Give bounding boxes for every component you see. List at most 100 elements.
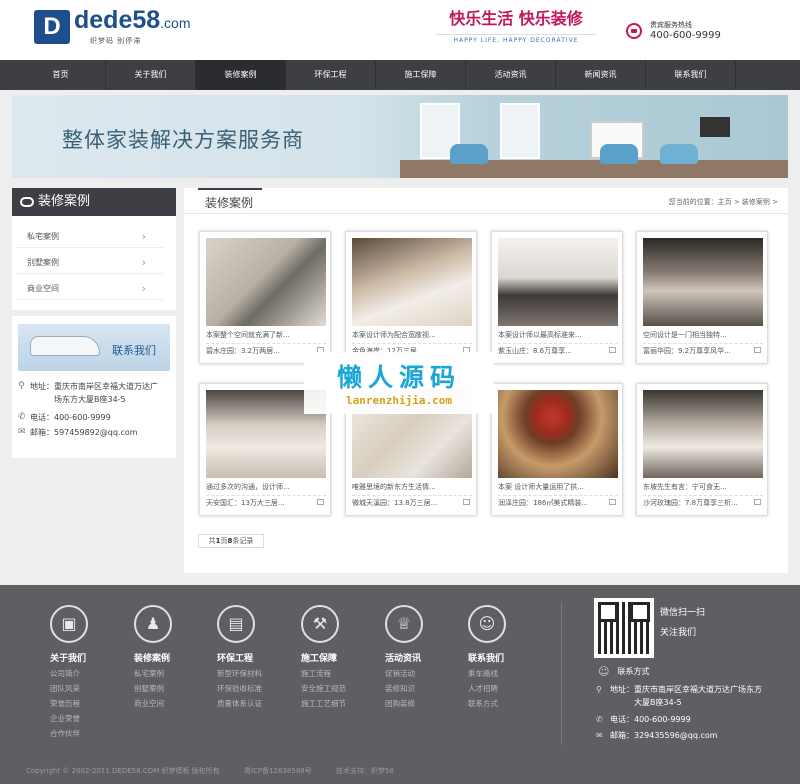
address-label: 地址： <box>30 382 54 391</box>
footer-col-title[interactable]: 环保工程 <box>217 651 287 664</box>
footer-link[interactable]: 商业空间 <box>134 696 204 711</box>
hotline: 贵宾服务热线 400-600-9999 <box>626 20 721 41</box>
footer-link[interactable]: 联系方式 <box>468 696 538 711</box>
contact-banner[interactable]: 联系我们 <box>18 324 170 371</box>
footer-link[interactable]: 人才招聘 <box>468 681 538 696</box>
nav-contact[interactable]: 联系我们 <box>646 60 736 90</box>
hotline-label: 贵宾服务热线 <box>650 21 692 29</box>
footer-divider <box>561 603 562 745</box>
case-photo[interactable] <box>498 238 618 326</box>
nav-cases[interactable]: 装修案例 <box>196 60 286 90</box>
case-photo[interactable] <box>206 238 326 326</box>
watermark-cn: 懒人源码 <box>336 363 461 392</box>
email-value: 329435596@qq.com <box>634 731 718 740</box>
pager-mid: 页 <box>220 537 228 545</box>
nav-construction[interactable]: 施工保障 <box>376 60 466 90</box>
footer-link[interactable]: 团购装修 <box>385 696 455 711</box>
footer-link[interactable]: 安全施工规范 <box>301 681 371 696</box>
footer-link[interactable]: 新型环保材料 <box>217 666 287 681</box>
footer-link[interactable]: 企业荣誉 <box>50 711 120 726</box>
case-caption[interactable]: 本案设计师以最高标准来... <box>498 330 618 344</box>
nav-about[interactable]: 关于我们 <box>106 60 196 90</box>
mail-icon: ✉ <box>596 731 603 740</box>
contact-email: ✉ 邮箱： 597459892@qq.com <box>18 426 138 439</box>
case-photo[interactable] <box>643 390 763 478</box>
main-nav: 首页 关于我们 装修案例 环保工程 施工保障 活动资讯 新闻资讯 联系我们 <box>0 60 800 90</box>
stamp-icon: ♟ <box>134 605 172 643</box>
footer-col-title[interactable]: 活动资讯 <box>385 651 455 664</box>
phone-value: 400-600-9999 <box>634 715 691 724</box>
hero-banner: 整体家装解决方案服务商 <box>12 95 788 178</box>
icp-number[interactable]: 粤ICP备12638588号 <box>244 767 312 775</box>
footer-link[interactable]: 公司简介 <box>50 666 120 681</box>
case-caption[interactable]: 空间设计是一门相当独特... <box>643 330 763 344</box>
qr-caption: 微信扫一扫 关注我们 <box>660 603 705 643</box>
case-card[interactable]: 本案整个空间就充满了新... 碧水庄园：3.2万两居... <box>199 231 331 364</box>
tech-support[interactable]: 技术支持：织梦58 <box>336 767 394 775</box>
address-value: 重庆市南岸区幸福大道万达广场东方大厦B座34-5 <box>634 683 762 709</box>
case-caption[interactable]: 本案整个空间就充满了新... <box>206 330 326 344</box>
nav-eco[interactable]: 环保工程 <box>286 60 376 90</box>
case-caption[interactable]: 本案设计师为配合宽敞视... <box>352 330 472 344</box>
chevron-right-icon: › <box>141 256 146 269</box>
case-caption[interactable]: 本案 设计师大量运用了拱... <box>498 482 618 496</box>
case-card[interactable]: 东坡先生有言：宁可食无... 沙河玫瑰园：7.8万尊享三析... <box>636 383 768 516</box>
nav-news[interactable]: 新闻资讯 <box>556 60 646 90</box>
footer-col-title[interactable]: 关于我们 <box>50 651 120 664</box>
case-card[interactable]: 本案 设计师大量运用了拱... 润泽庄园：186㎡美式精装... <box>491 383 623 516</box>
footer-link[interactable]: 荣誉历程 <box>50 696 120 711</box>
email-value: 597459892@qq.com <box>54 428 138 437</box>
footer-link[interactable]: 促销活动 <box>385 666 455 681</box>
case-caption[interactable]: 东坡先生有言：宁可食无... <box>643 482 763 496</box>
footer-col-title[interactable]: 装修案例 <box>134 651 204 664</box>
sidebar-item-commercial[interactable]: 商业空间 › <box>16 278 164 300</box>
footer-link[interactable]: 装修知识 <box>385 681 455 696</box>
footer-col-eco: ▤ 环保工程 新型环保材料 环保验收标准 质量体系认证 <box>217 605 287 711</box>
footer-link[interactable]: 乘车路线 <box>468 666 538 681</box>
people-icon: ☺ <box>598 665 610 678</box>
case-photo[interactable] <box>352 238 472 326</box>
watermark-en: lanrenzhijia.com <box>346 394 452 407</box>
case-caption[interactable]: 通过多次的沟通，设计师... <box>206 482 326 496</box>
telephone-icon <box>30 336 100 356</box>
case-card[interactable]: 本案设计师为配合宽敞视... 金色海岸：12万三居... <box>345 231 477 364</box>
footer-link[interactable]: 团队风采 <box>50 681 120 696</box>
slogan-en: HAPPY LIFE, HAPPY DECORATIVE <box>436 34 596 44</box>
case-card[interactable]: 空间设计是一门相当独特... 富丽华园：9.2万尊享风华... <box>636 231 768 364</box>
case-subtitle: 润泽庄园：186㎡美式精装... <box>498 499 589 507</box>
address-value: 重庆市南岸区幸福大道万达广场东方大厦B座34-5 <box>54 382 158 404</box>
breadcrumb[interactable]: 您当前的位置：主页 > 装修案例 > <box>669 197 778 207</box>
case-card[interactable]: 本案设计师以最高标准来... 紫玉山庄：8.6万尊享... <box>491 231 623 364</box>
case-caption[interactable]: 唯雅思境的新东方生活情... <box>352 482 472 496</box>
footer-phone: ✆ 电话： 400-600-9999 <box>596 713 691 726</box>
case-photo[interactable] <box>643 238 763 326</box>
nav-home[interactable]: 首页 <box>16 60 106 90</box>
footer-link[interactable]: 私宅案例 <box>134 666 204 681</box>
main-header: 装修案例 您当前的位置：主页 > 装修案例 > <box>184 188 788 214</box>
footer-link[interactable]: 合作伙伴 <box>50 726 120 741</box>
picture-frame-icon: ▣ <box>50 605 88 643</box>
footer-contact-title: ☺ 联系方式 <box>598 665 649 678</box>
site-logo[interactable]: D dede58.com 织梦码 别停滞 <box>34 8 191 46</box>
footer-link[interactable]: 施工工艺细节 <box>301 696 371 711</box>
pager-prefix: 共 <box>208 537 216 545</box>
phone-icon: ✆ <box>596 715 603 724</box>
footer-col-title[interactable]: 联系我们 <box>468 651 538 664</box>
cloud-icon <box>20 197 34 207</box>
sidebar-item-private[interactable]: 私宅案例 › <box>16 226 164 248</box>
footer-link[interactable]: 施工流程 <box>301 666 371 681</box>
contact-address: ⚲ 地址： 重庆市南岸区幸福大道万达广场东方大厦B座34-5 <box>18 380 168 406</box>
person-icon: ☺ <box>468 605 506 643</box>
pager-suffix: 条记录 <box>232 537 254 545</box>
banner-title: 整体家装解决方案服务商 <box>62 128 304 152</box>
case-photo[interactable] <box>498 390 618 478</box>
sidebar-item-villa[interactable]: 别墅案例 › <box>16 252 164 274</box>
footer-col-title[interactable]: 施工保障 <box>301 651 371 664</box>
footer-link[interactable]: 质量体系认证 <box>217 696 287 711</box>
trophy-icon: ♕ <box>385 605 423 643</box>
footer-link[interactable]: 别墅案例 <box>134 681 204 696</box>
case-subtitle: 紫玉山庄：8.6万尊享... <box>498 347 572 355</box>
address-line-1: 重庆市南岸区幸福大道万达广场东方 <box>634 685 762 694</box>
footer-link[interactable]: 环保验收标准 <box>217 681 287 696</box>
nav-activities[interactable]: 活动资讯 <box>466 60 556 90</box>
